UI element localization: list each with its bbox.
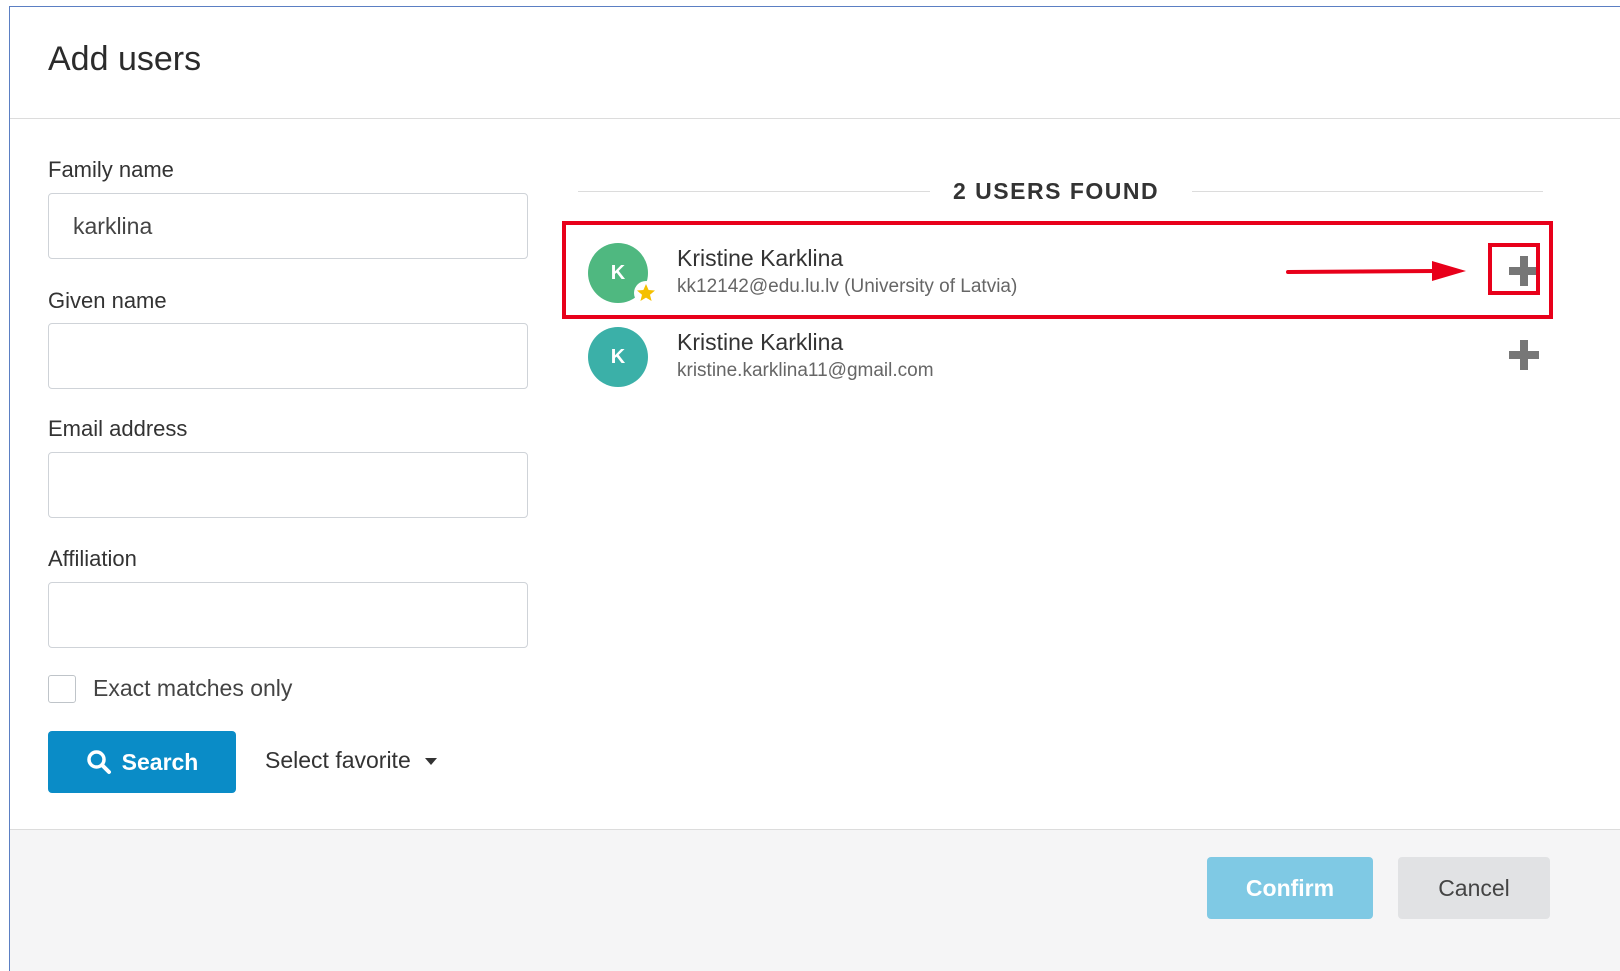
user-result-row: K Kristine Karklina kristine.karklina11@…	[578, 313, 1563, 397]
caret-down-icon	[424, 758, 437, 765]
add-users-dialog: Add users Family name Given name Email a…	[9, 6, 1620, 971]
search-icon	[86, 750, 111, 774]
email-address-input[interactable]	[48, 452, 528, 518]
family-name-label: Family name	[48, 157, 174, 182]
user-email: kristine.karklina11@gmail.com	[677, 360, 934, 381]
dialog-footer: Confirm Cancel	[10, 829, 1620, 971]
exact-matches-label[interactable]: Exact matches only	[93, 675, 292, 702]
given-name-label: Given name	[48, 288, 167, 313]
cancel-button[interactable]: Cancel	[1398, 857, 1550, 919]
user-name: Kristine Karklina	[677, 329, 844, 355]
exact-matches-checkbox[interactable]	[48, 675, 76, 703]
affiliation-input[interactable]	[48, 582, 528, 648]
results-divider-left	[578, 191, 930, 192]
confirm-button[interactable]: Confirm	[1207, 857, 1373, 919]
select-favorite-dropdown[interactable]: Select favorite	[265, 747, 437, 774]
affiliation-label: Affiliation	[48, 546, 137, 571]
select-favorite-label: Select favorite	[265, 747, 411, 773]
dialog-header: Add users	[10, 7, 1620, 119]
dialog-title: Add users	[48, 40, 202, 78]
email-address-label: Email address	[48, 416, 188, 441]
avatar-initial: K	[610, 345, 626, 368]
plus-icon[interactable]	[1507, 338, 1541, 372]
results-count-heading: 2 USERS FOUND	[953, 178, 1160, 204]
avatar: K	[588, 327, 648, 387]
arrow-annotation-icon	[1286, 261, 1466, 281]
family-name-input[interactable]	[48, 193, 528, 259]
given-name-input[interactable]	[48, 323, 528, 389]
search-button-label: Search	[121, 748, 199, 775]
search-button[interactable]: Search	[48, 731, 236, 793]
plus-highlight-annotation-box	[1488, 243, 1540, 295]
results-divider-right	[1192, 191, 1543, 192]
